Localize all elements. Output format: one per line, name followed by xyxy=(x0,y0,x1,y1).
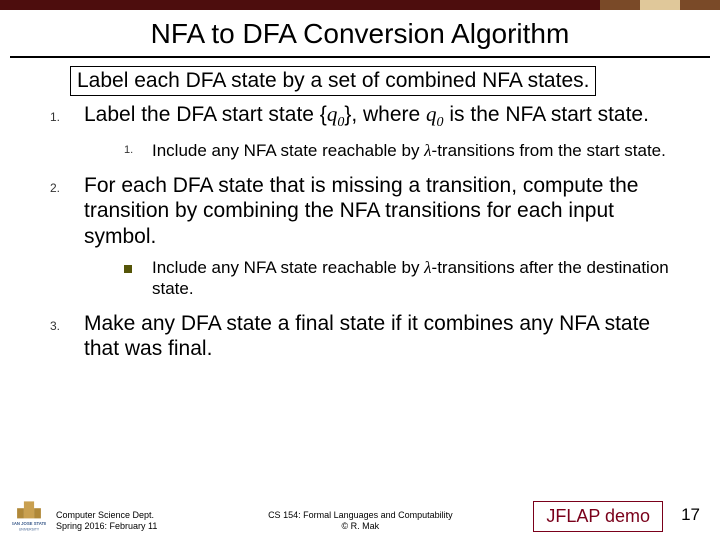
var-sub: 0 xyxy=(437,115,444,130)
top-stripe xyxy=(0,0,720,10)
var-q: q xyxy=(426,102,437,126)
item-text: For each DFA state that is missing a tra… xyxy=(84,174,638,247)
svg-text:UNIVERSITY: UNIVERSITY xyxy=(19,527,40,531)
footer: SAN JOSE STATE UNIVERSITY Computer Scien… xyxy=(0,498,720,534)
footer-course: CS 154: Formal Languages and Computabili… xyxy=(217,510,503,532)
stripe-seg-light xyxy=(640,0,680,10)
lambda-symbol: λ xyxy=(424,141,431,160)
item-marker: 1. xyxy=(50,102,84,163)
item-text: Make any DFA state a final state if it c… xyxy=(84,312,650,360)
sub-text: -transitions from the start state. xyxy=(432,141,666,160)
item-body: Make any DFA state a final state if it c… xyxy=(84,311,680,361)
footer-dept-line1: Computer Science Dept. xyxy=(56,510,157,521)
list-item: 3. Make any DFA state a final state if i… xyxy=(50,311,680,361)
item-marker: 2. xyxy=(50,173,84,301)
lambda-symbol: λ xyxy=(424,258,431,277)
list-item: 1. Label the DFA start state {q0}, where… xyxy=(50,102,680,163)
item-text: }, where xyxy=(344,103,426,126)
item-body: For each DFA state that is missing a tra… xyxy=(84,173,680,301)
stripe-seg-dark xyxy=(600,0,640,10)
page-number: 17 xyxy=(681,505,700,525)
item-text: Label the DFA start state { xyxy=(84,103,327,126)
item-body: Label the DFA start state {q0}, where q0… xyxy=(84,102,680,163)
intro-box: Label each DFA state by a set of combine… xyxy=(70,66,596,96)
content: Label each DFA state by a set of combine… xyxy=(0,66,720,362)
sub-text-body: Include any NFA state reachable by λ-tra… xyxy=(152,140,680,161)
sub-marker: 1. xyxy=(124,140,152,161)
sub-marker-square xyxy=(124,257,152,300)
sub-item: 1. Include any NFA state reachable by λ-… xyxy=(124,140,680,161)
sjsu-logo: SAN JOSE STATE UNIVERSITY xyxy=(12,498,46,532)
item-marker: 3. xyxy=(50,311,84,361)
var-q: q xyxy=(327,102,338,126)
sub-text: Include any NFA state reachable by xyxy=(152,141,424,160)
sub-item: Include any NFA state reachable by λ-tra… xyxy=(124,257,680,300)
item-text: is the NFA start state. xyxy=(444,103,649,126)
footer-dept: Computer Science Dept. Spring 2016: Febr… xyxy=(56,510,157,532)
main-list: 1. Label the DFA start state {q0}, where… xyxy=(50,102,680,362)
stripe-seg-dark2 xyxy=(680,0,720,10)
footer-dept-line2: Spring 2016: February 11 xyxy=(56,521,157,532)
page-title: NFA to DFA Conversion Algorithm xyxy=(10,10,710,58)
svg-text:SAN JOSE STATE: SAN JOSE STATE xyxy=(12,521,46,526)
sub-text-body: Include any NFA state reachable by λ-tra… xyxy=(152,257,680,300)
footer-course-line2: © R. Mak xyxy=(217,521,503,532)
sub-text: Include any NFA state reachable by xyxy=(152,258,424,277)
footer-course-line1: CS 154: Formal Languages and Computabili… xyxy=(217,510,503,521)
jflap-demo-link[interactable]: JFLAP demo xyxy=(533,501,663,532)
list-item: 2. For each DFA state that is missing a … xyxy=(50,173,680,301)
